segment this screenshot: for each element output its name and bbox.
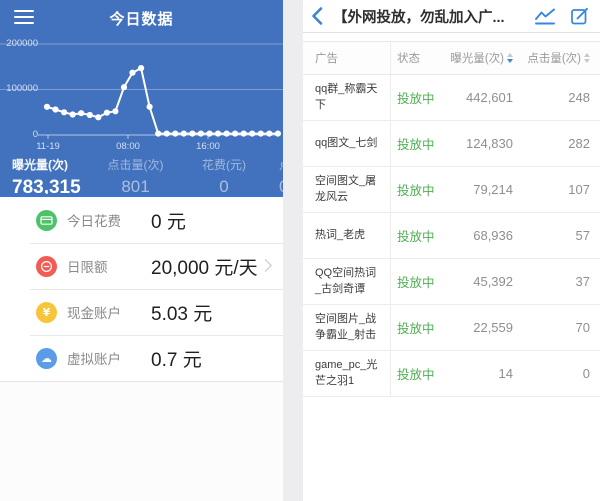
x-axis-tick: 08:00 (116, 141, 140, 152)
ad-table-body: qq群_称霸天下 投放中 442,601 248 qq图文_七剑 投放中 124… (303, 75, 600, 397)
today-data-panel: 今日数据 200000 100000 0 11-19 08:00 16:00 曝… (0, 0, 283, 501)
status-badge: 投放中 (397, 138, 435, 152)
x-axis-tick: 16:00 (196, 141, 220, 152)
compose-button[interactable] (570, 6, 590, 26)
stat-cost[interactable]: 花费(元) 0 (183, 156, 265, 194)
ad-list-panel: 【外网投放，勿乱加入广... 广告 状态 曝光量(次) 点击量(次) qq群_称… (303, 0, 600, 501)
campaign-title: 【外网投放，勿乱加入广... (333, 9, 505, 26)
left-header: 今日数据 (0, 0, 283, 33)
chevron-right-icon (259, 259, 272, 272)
list-item-cash-account[interactable]: ¥ 现金账户 5.03 元 (0, 289, 283, 335)
limit-icon (36, 255, 57, 277)
status-badge: 投放中 (397, 230, 435, 244)
table-row[interactable]: 空间图文_屠龙风云 投放中 79,214 107 (303, 167, 600, 213)
table-row[interactable]: qq图文_七剑 投放中 124,830 282 (303, 121, 600, 167)
status-badge: 投放中 (397, 276, 435, 290)
screen: 今日数据 200000 100000 0 11-19 08:00 16:00 曝… (0, 0, 600, 501)
status-badge: 投放中 (397, 368, 435, 382)
edit-icon (571, 7, 588, 25)
right-header: 【外网投放，勿乱加入广... (303, 0, 600, 33)
status-badge: 投放中 (397, 92, 435, 106)
list-item-today-cost[interactable]: 今日花费 0 元 (0, 197, 283, 243)
yuan-coin-icon: ¥ (36, 301, 57, 323)
dashboard-hero: 今日数据 200000 100000 0 11-19 08:00 16:00 曝… (0, 0, 283, 197)
chevron-left-icon (312, 7, 323, 25)
stat-impressions[interactable]: 曝光量(次) 783,315 (0, 156, 88, 194)
panel-divider (283, 0, 303, 501)
status-badge: 投放中 (397, 184, 435, 198)
cloud-icon: ☁ (36, 347, 57, 369)
y-axis-tick: 100000 (6, 83, 38, 94)
table-row[interactable]: 空间图片_战争霸业_射击 投放中 22,559 70 (303, 305, 600, 351)
column-header-ad: 广告 (303, 42, 391, 74)
page-title: 今日数据 (109, 11, 174, 28)
account-list: 今日花费 0 元 日限额 20,000 元/天 ¥ 现金账户 5.03 元 ☁ … (0, 197, 283, 382)
stat-clipped[interactable]: 点 0 (279, 156, 283, 194)
table-header: 广告 状态 曝光量(次) 点击量(次) (303, 41, 600, 75)
table-row[interactable]: QQ空间热词_古剑奇谭 投放中 45,392 37 (303, 259, 600, 305)
table-row[interactable]: qq群_称霸天下 投放中 442,601 248 (303, 75, 600, 121)
list-item-daily-limit[interactable]: 日限额 20,000 元/天 (0, 243, 283, 289)
impressions-trend-chart: 200000 100000 0 11-19 08:00 16:00 (0, 32, 283, 156)
list-item-virtual-account[interactable]: ☁ 虚拟账户 0.7 元 (0, 335, 283, 381)
sort-icon (584, 53, 590, 63)
column-header-impressions[interactable]: 曝光量(次) (441, 50, 513, 66)
column-header-status: 状态 (397, 53, 420, 65)
back-button[interactable] (309, 4, 329, 28)
y-axis-tick: 0 (32, 129, 38, 140)
stat-clicks[interactable]: 点击量(次) 801 (88, 156, 183, 194)
banknote-icon (36, 209, 57, 231)
kpi-row: 曝光量(次) 783,315 点击量(次) 801 花费(元) 0 点 0 (0, 156, 283, 194)
table-row[interactable]: 热词_老虎 投放中 68,936 57 (303, 213, 600, 259)
line-chart-canvas (0, 43, 283, 139)
line-chart-icon (535, 8, 555, 24)
y-axis-tick: 200000 (6, 38, 38, 49)
column-header-clicks[interactable]: 点击量(次) (513, 50, 600, 66)
table-row[interactable]: game_pc_光芒之羽1 投放中 14 0 (303, 351, 600, 397)
chart-report-button[interactable] (534, 7, 556, 26)
x-axis-tick: 11-19 (36, 141, 60, 152)
status-badge: 投放中 (397, 322, 435, 336)
